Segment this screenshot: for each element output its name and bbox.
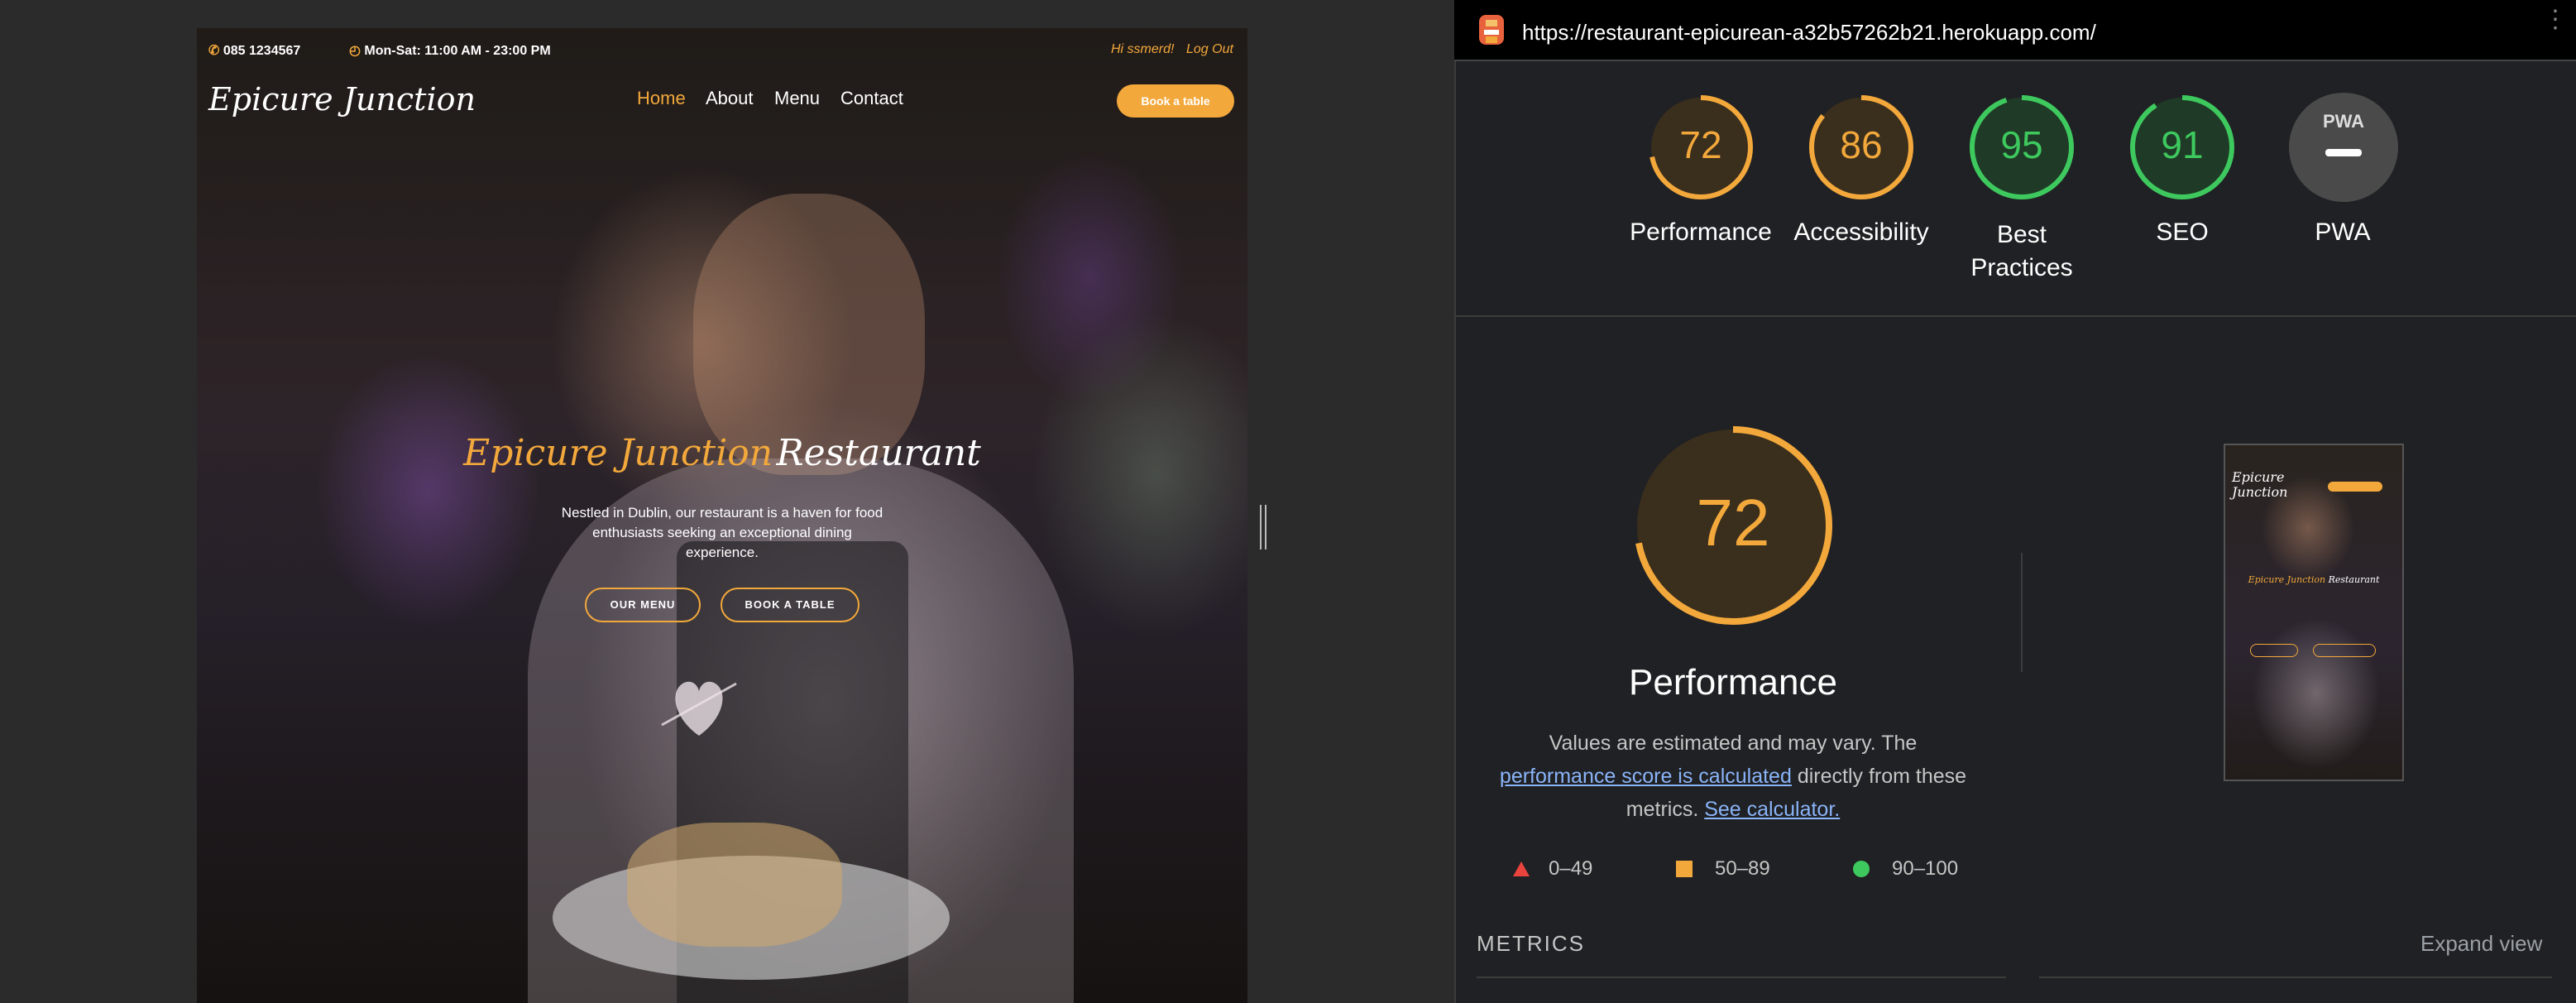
thumbnail-title-accent: Epicure Junction (2248, 574, 2326, 585)
url-bar: https://restaurant-epicurean-a32b57262b2… (1454, 0, 2576, 61)
website-preview: ✆ 085 1234567 ◴ Mon-Sat: 11:00 AM - 23:0… (197, 28, 1247, 1003)
hero-title-rest: Restaurant (776, 432, 981, 474)
metrics-header: METRICS (1477, 931, 1585, 956)
clock-icon: ◴ (349, 44, 361, 58)
thumbnail-menu-button (2250, 644, 2298, 657)
thumbnail-logo: Epicure Junction (2232, 469, 2288, 500)
resize-handle[interactable] (1260, 505, 1266, 549)
page-screenshot-thumbnail[interactable]: Epicure Junction Epicure Junction Restau… (2224, 444, 2404, 781)
heart-arrow-icon (661, 681, 737, 736)
vertical-divider (2021, 553, 2023, 672)
nav-contact[interactable]: Contact (840, 88, 903, 109)
pwa-badge-text: PWA (2322, 111, 2365, 132)
nav-menu[interactable]: Menu (774, 88, 820, 109)
nav-about[interactable]: About (706, 88, 754, 109)
thumbnail-book-table-button (2313, 644, 2376, 657)
legend-pass-range: 90–100 (1892, 857, 1959, 880)
metrics-divider-left (1477, 977, 2006, 978)
lighthouse-icon (1479, 15, 1504, 45)
logout-link[interactable]: Log Out (1186, 42, 1233, 57)
best-practices-score: 95 (2000, 123, 2043, 166)
fail-triangle-icon (1513, 861, 1530, 876)
main-performance-score: 72 (1696, 486, 1770, 559)
performance-score: 72 (1679, 123, 1722, 166)
more-options-icon[interactable]: ⋮ (2543, 7, 2568, 32)
performance-description: Values are estimated and may vary. The p… (1489, 727, 1977, 826)
site-logo[interactable]: Epicure Junction (208, 81, 476, 118)
score-calculated-link[interactable]: performance score is calculated (1500, 765, 1792, 788)
hero-description-line: Nestled in Dublin, our restaurant is a h… (561, 505, 883, 521)
thumbnail-title: Epicure Junction Restaurant (2225, 574, 2402, 585)
hero-description-line: experience. (686, 545, 759, 560)
hero-title-accent: Epicure Junction (463, 432, 773, 474)
page-url[interactable]: https://restaurant-epicurean-a32b57262b2… (1522, 20, 2096, 46)
hero-title: Epicure Junction Restaurant (197, 432, 1247, 474)
average-square-icon (1676, 861, 1693, 877)
our-menu-button[interactable]: OUR MENU (585, 588, 701, 622)
user-greeting: Hi ssmerd! (1111, 42, 1175, 56)
best-practices-label-line2: Practices (1970, 254, 2073, 281)
book-table-button[interactable]: Book a table (1117, 84, 1234, 118)
hero-description: Nestled in Dublin, our restaurant is a h… (515, 503, 929, 563)
legend-average-range: 50–89 (1715, 857, 1770, 880)
pwa-dash-icon (2325, 149, 2362, 156)
main-performance-label: Performance (1629, 662, 1837, 703)
opening-hours: Mon-Sat: 11:00 AM - 23:00 PM (364, 44, 551, 58)
book-a-table-button[interactable]: BOOK A TABLE (721, 588, 859, 622)
hero-food (627, 823, 842, 947)
legend-fail-range: 0–49 (1549, 857, 1593, 880)
hours-info: ◴ Mon-Sat: 11:00 AM - 23:00 PM (349, 42, 551, 59)
metrics-divider-right (2039, 977, 2552, 978)
seo-score: 91 (2161, 123, 2204, 166)
desc-text: Values are estimated and may vary. The (1549, 732, 1918, 755)
nav-home[interactable]: Home (637, 88, 686, 109)
pass-circle-icon (1853, 861, 1870, 877)
hero-description-line: enthusiasts seeking an exceptional dinin… (592, 525, 852, 540)
section-divider (1456, 315, 2576, 317)
pwa-badge[interactable]: PWA (2289, 93, 2398, 202)
accessibility-score: 86 (1840, 123, 1883, 166)
phone-icon: ✆ (208, 44, 220, 58)
pwa-label: PWA (2315, 218, 2371, 246)
see-calculator-link[interactable]: See calculator. (1704, 798, 1840, 821)
thumbnail-title-rest: Restaurant (2328, 574, 2380, 585)
thumbnail-book-button (2328, 482, 2382, 492)
phone-info: ✆ 085 1234567 (208, 42, 300, 59)
expand-view-toggle[interactable]: Expand view (2420, 931, 2542, 957)
phone-number: 085 1234567 (223, 44, 301, 58)
